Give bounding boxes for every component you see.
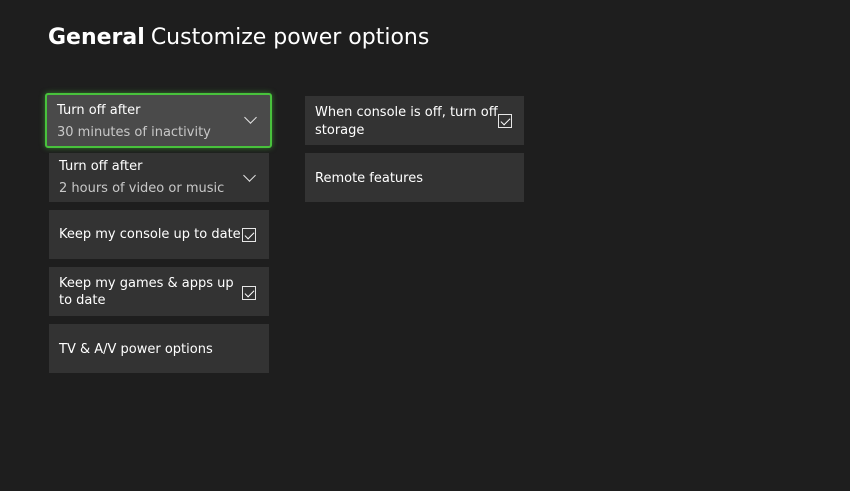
remote-features-label: Remote features — [315, 171, 423, 186]
page-title: Customize power options — [150, 25, 430, 50]
turn-off-storage-toggle[interactable]: When console is off, turn off storage — [305, 96, 524, 145]
keep-console-updated-label: Keep my console up to date — [59, 227, 241, 242]
keep-games-updated-label-line1: Keep my games & apps up — [59, 276, 234, 291]
turn-off-video-label: Turn off after — [59, 159, 143, 174]
turn-off-storage-label-line1: When console is off, turn off — [315, 105, 498, 120]
checkbox-checked-icon[interactable] — [498, 114, 512, 128]
remote-features-button[interactable]: Remote features — [305, 153, 524, 202]
chevron-down-icon — [244, 111, 257, 124]
turn-off-inactivity-dropdown[interactable]: Turn off after 30 minutes of inactivity — [45, 93, 272, 148]
tv-av-power-options-button[interactable]: TV & A/V power options — [49, 324, 269, 373]
turn-off-video-dropdown[interactable]: Turn off after 2 hours of video or music — [49, 153, 269, 202]
turn-off-inactivity-value: 30 minutes of inactivity — [57, 125, 211, 140]
tv-av-power-options-label: TV & A/V power options — [59, 342, 213, 357]
section-title: General — [48, 25, 145, 50]
keep-games-updated-toggle[interactable]: Keep my games & apps up to date — [49, 267, 269, 316]
page-header: General Customize power options — [48, 24, 429, 52]
turn-off-video-value: 2 hours of video or music — [59, 181, 225, 196]
keep-console-updated-toggle[interactable]: Keep my console up to date — [49, 210, 269, 259]
chevron-down-icon — [243, 169, 256, 182]
keep-games-updated-label-line2: to date — [59, 293, 106, 308]
power-options-page: General Customize power options Turn off … — [0, 0, 850, 491]
checkbox-checked-icon[interactable] — [242, 228, 256, 242]
turn-off-inactivity-label: Turn off after — [57, 103, 141, 118]
turn-off-storage-label-line2: storage — [315, 123, 365, 138]
checkbox-checked-icon[interactable] — [242, 286, 256, 300]
